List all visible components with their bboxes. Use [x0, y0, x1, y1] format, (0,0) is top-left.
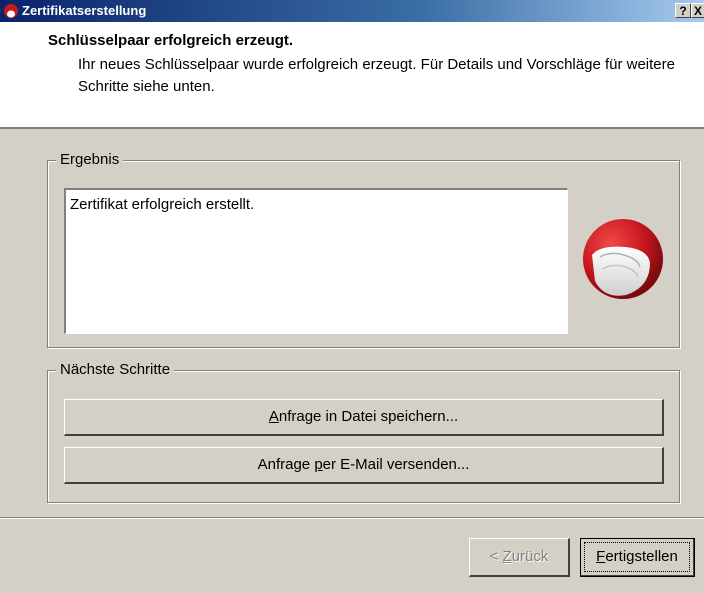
result-group-label: Ergebnis [56, 151, 124, 168]
header-title: Schlüsselpaar erfolgreich erzeugt. [48, 32, 294, 49]
app-icon [4, 4, 18, 18]
wizard-header: Schlüsselpaar erfolgreich erzeugt. Ihr n… [0, 22, 704, 129]
back-button[interactable]: < Zurück [469, 538, 570, 577]
next-steps-group: Nächste Schritte Anfrage in Datei speich… [47, 361, 680, 503]
next-steps-label: Nächste Schritte [56, 361, 175, 378]
save-request-button[interactable]: Anfrage in Datei speichern... [64, 399, 664, 436]
email-request-button[interactable]: Anfrage per E-Mail versenden... [64, 447, 664, 484]
close-button[interactable]: X [691, 3, 704, 18]
window-title: Zertifikatserstellung [22, 3, 147, 18]
title-bar[interactable]: Zertifikatserstellung ? X [0, 0, 704, 22]
finish-button[interactable]: Fertigstellen [580, 538, 695, 577]
result-textbox[interactable]: Zertifikat erfolgreich erstellt. [64, 188, 568, 334]
help-button[interactable]: ? [675, 3, 691, 18]
result-group: Ergebnis Zertifikat erfolgreich erstellt… [47, 151, 680, 348]
header-description: Ihr neues Schlüsselpaar wurde erfolgreic… [78, 56, 675, 95]
certificate-icon [583, 219, 663, 299]
footer-separator [0, 517, 704, 519]
